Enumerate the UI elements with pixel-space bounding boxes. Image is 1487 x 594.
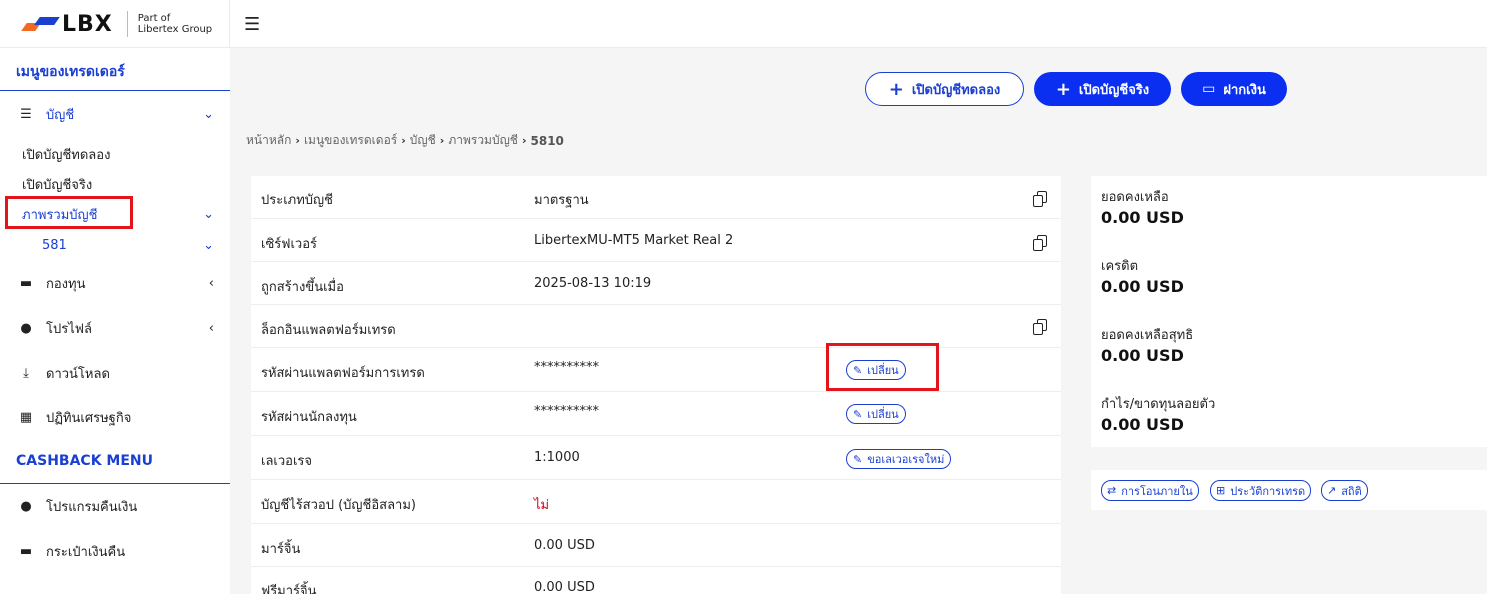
chevron-right-icon: › — [295, 134, 300, 147]
wallet-icon: ▬ — [19, 275, 33, 291]
detail-row-free-margin: ฟรีมาร์จิ้น 0.00 USD — [261, 580, 595, 594]
breadcrumb-current: 5810 — [530, 133, 564, 148]
highlight-box — [5, 196, 133, 229]
detail-row-account-type: ประเภทบัญชี มาตรฐาน — [251, 176, 1061, 219]
table-icon: ⊞ — [1216, 484, 1226, 497]
chevron-left-icon: ‹ — [208, 320, 214, 336]
credit-card-icon: ▭ — [1202, 81, 1216, 97]
breadcrumb: หน้าหลัก › เมนูของเทรดเดอร์ › บัญชี › ภา… — [246, 131, 564, 150]
balance-panel: ยอดคงเหลือ 0.00 USD เครดิต 0.00 USD ยอดค… — [1091, 176, 1487, 447]
credit-value: 0.00 USD — [1101, 277, 1184, 296]
sidebar-item-label: ดาวน์โหลด — [46, 366, 110, 382]
sidebar-item-open-demo[interactable]: เปิดบัญชีทดลอง — [22, 144, 110, 165]
chevron-right-icon: › — [521, 134, 527, 147]
sidebar-item-accounts[interactable]: ☰ บัญชี ⌄ — [18, 102, 218, 126]
trade-history-button[interactable]: ⊞ ประวัติการเทรด — [1210, 480, 1312, 501]
open-real-account-button[interactable]: + เปิดบัญชีจริง — [1034, 72, 1171, 106]
floating-pl-label: กำไร/ขาดทุนลอยตัว — [1101, 397, 1216, 412]
balance-label: ยอดคงเหลือ — [1101, 190, 1169, 205]
sidebar-item-label: กระเป๋าเงินคืน — [46, 544, 126, 560]
sidebar-item-label: ปฏิทินเศรษฐกิจ — [46, 410, 132, 426]
account-actions: ⇄ การโอนภายใน ⊞ ประวัติการเทรด ↗ สถิติ — [1091, 470, 1487, 510]
detail-row-leverage: เลเวอเรจ 1:1000 ✎ ขอเลเวอเรจใหม่ — [251, 436, 1061, 480]
deposit-button[interactable]: ▭ ฝากเงิน — [1181, 72, 1287, 106]
floating-pl-value: 0.00 USD — [1101, 415, 1184, 434]
chevron-left-icon: ‹ — [208, 275, 214, 291]
request-leverage-button[interactable]: ✎ ขอเลเวอเรจใหม่ — [846, 449, 952, 469]
credit-label: เครดิต — [1101, 259, 1139, 274]
sidebar-item-label: 581 — [42, 237, 67, 253]
chart-line-icon: ↗ — [1327, 484, 1337, 497]
account-details-panel: ประเภทบัญชี มาตรฐาน เซิร์ฟเวอร์ Libertex… — [251, 176, 1061, 594]
internal-transfer-button[interactable]: ⇄ การโอนภายใน — [1101, 480, 1199, 501]
sidebar-item-label: บัญชี — [46, 107, 75, 123]
detail-row-investor-password: รหัสผ่านนักลงทุน ********** ✎ เปลี่ยน — [251, 392, 1061, 436]
detail-row-created: ถูกสร้างขึ้นเมื่อ 2025-08-13 10:19 — [251, 262, 1061, 305]
calendar-icon: ▦ — [19, 409, 33, 425]
sidebar-section-traders-menu: เมนูของเทรดเดอร์ — [16, 64, 125, 80]
top-bar: LBX Part of Libertex Group ☰ — [0, 0, 1487, 48]
breadcrumb-overview[interactable]: ภาพรวมบัญชี — [448, 131, 518, 150]
sidebar-item-cashback-program[interactable]: ● โปรแกรมคืนเงิน — [18, 494, 218, 518]
statistics-button[interactable]: ↗ สถิติ — [1321, 480, 1368, 501]
plus-icon: + — [1055, 78, 1071, 100]
copy-icon[interactable] — [1033, 191, 1047, 207]
detail-row-platform-login: ล็อกอินแพลตฟอร์มเทรด — [251, 305, 1061, 348]
logo-text: LBX — [62, 11, 113, 37]
change-investor-password-button[interactable]: ✎ เปลี่ยน — [846, 404, 906, 424]
breadcrumb-home[interactable]: หน้าหลัก — [246, 131, 291, 150]
logo[interactable]: LBX Part of Libertex Group — [0, 0, 230, 48]
sidebar-section-cashback: CASHBACK MENU — [16, 453, 153, 469]
sidebar-item-funds[interactable]: ▬ กองทุน ‹ — [18, 271, 218, 295]
open-demo-account-button[interactable]: + เปิดบัญชีทดลอง — [865, 72, 1024, 106]
detail-row-swap-free: บัญชีไร้สวอป (บัญชีอิสลาม) ไม่ — [251, 480, 1061, 524]
user-icon: ● — [20, 320, 32, 336]
chevron-right-icon: › — [439, 134, 445, 147]
chevron-down-icon: ⌄ — [203, 206, 214, 222]
edit-icon: ✎ — [853, 407, 863, 421]
balance-value: 0.00 USD — [1101, 208, 1184, 227]
chevron-down-icon: ⌄ — [203, 106, 214, 122]
chevron-right-icon: › — [401, 134, 406, 147]
sidebar: เมนูของเทรดเดอร์ ☰ บัญชี ⌄ เปิดบัญชีทดลอ… — [0, 48, 230, 594]
chevron-down-icon: ⌄ — [203, 237, 214, 253]
sidebar-item-label: โปรไฟล์ — [46, 321, 92, 337]
user-icon: ● — [20, 498, 32, 514]
sidebar-item-label: โปรแกรมคืนเงิน — [46, 499, 138, 515]
sidebar-item-label: กองทุน — [46, 276, 86, 292]
logo-subtitle: Part of Libertex Group — [137, 13, 213, 35]
edit-icon: ✎ — [853, 452, 863, 466]
wallet-icon: ▬ — [19, 543, 33, 559]
highlight-box — [826, 343, 939, 391]
download-icon: ⤓ — [23, 365, 29, 381]
transfer-icon: ⇄ — [1107, 484, 1117, 497]
sidebar-item-profile[interactable]: ● โปรไฟล์ ‹ — [18, 316, 218, 340]
sidebar-item-open-real[interactable]: เปิดบัญชีจริง — [22, 174, 92, 195]
equity-value: 0.00 USD — [1101, 346, 1184, 365]
sidebar-item-download[interactable]: ⤓ ดาวน์โหลด — [18, 361, 218, 385]
list-icon: ☰ — [20, 106, 32, 122]
plus-icon: + — [888, 78, 904, 100]
detail-row-margin: มาร์จิ้น 0.00 USD — [251, 524, 1061, 567]
equity-label: ยอดคงเหลือสุทธิ — [1101, 328, 1194, 343]
copy-icon[interactable] — [1033, 319, 1047, 335]
detail-row-server: เซิร์ฟเวอร์ LibertexMU-MT5 Market Real 2 — [251, 219, 1061, 262]
sidebar-item-calendar[interactable]: ▦ ปฏิทินเศรษฐกิจ — [18, 405, 218, 429]
logo-mark-icon — [21, 17, 60, 31]
breadcrumb-traders-menu[interactable]: เมนูของเทรดเดอร์ — [304, 131, 397, 150]
sidebar-item-cashback-wallet[interactable]: ▬ กระเป๋าเงินคืน — [18, 539, 218, 563]
detail-row-platform-password: รหัสผ่านแพลตฟอร์มการเทรด ********** ✎ เป… — [251, 348, 1061, 392]
hamburger-menu-icon[interactable]: ☰ — [244, 14, 260, 35]
sidebar-item-account-581[interactable]: 581 ⌄ — [42, 233, 218, 257]
copy-icon[interactable] — [1033, 235, 1047, 251]
breadcrumb-accounts[interactable]: บัญชี — [410, 131, 436, 150]
